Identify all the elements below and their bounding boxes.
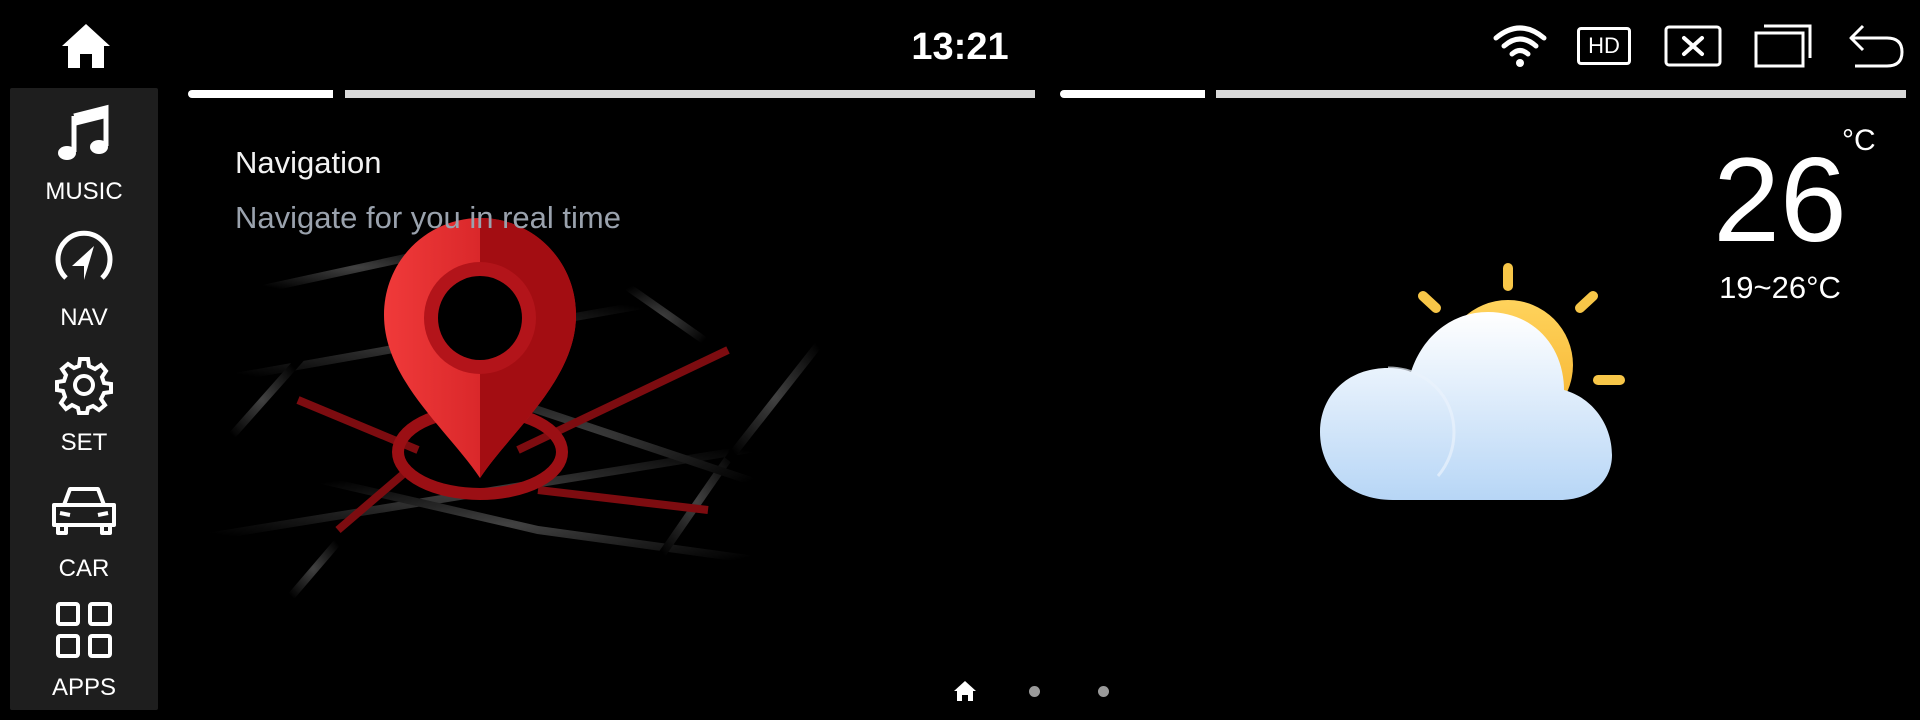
- sidebar-item-label: CAR: [58, 555, 110, 582]
- sidebar-item-label: APPS: [51, 674, 117, 701]
- sidebar-item-label: NAV: [60, 304, 108, 331]
- sidebar-item-label: MUSIC: [45, 178, 123, 205]
- hd-button[interactable]: HD: [1575, 18, 1633, 74]
- sidebar-item-apps[interactable]: APPS: [10, 592, 158, 712]
- home-icon: [62, 24, 110, 68]
- home-icon[interactable]: [953, 680, 977, 702]
- temperature-unit: °C: [1842, 124, 1876, 157]
- apps-grid-icon: [56, 602, 112, 658]
- navigation-icon: [55, 230, 113, 280]
- sidebar-item-car[interactable]: CAR: [10, 473, 158, 593]
- navigation-subtitle: Navigate for you in real time: [235, 200, 621, 235]
- home-button[interactable]: [58, 18, 114, 74]
- page-dot[interactable]: [1098, 686, 1109, 697]
- navigation-card[interactable]: [187, 110, 1038, 670]
- page-dot[interactable]: [1029, 686, 1040, 697]
- sidebar-item-nav[interactable]: NAV: [10, 222, 158, 342]
- back-button[interactable]: [1846, 18, 1906, 74]
- gear-icon: [55, 357, 113, 415]
- sidebar-item-set[interactable]: SET: [10, 347, 158, 467]
- sidebar-item-music[interactable]: MUSIC: [10, 96, 158, 216]
- map-illustration: [187, 218, 869, 650]
- multi-window-button[interactable]: [1754, 18, 1812, 74]
- status-bar: 13:21 HD: [0, 0, 1920, 90]
- sidebar-item-label: SET: [60, 429, 108, 456]
- close-window-icon: [1664, 25, 1722, 67]
- current-temperature: 26: [1713, 133, 1847, 267]
- weather-card-indicator-track: [1216, 90, 1906, 98]
- close-window-button[interactable]: [1664, 18, 1722, 74]
- multi-window-icon: [1754, 24, 1812, 68]
- navigation-title: Navigation: [235, 145, 382, 180]
- clock: 13:21: [911, 26, 1009, 68]
- car-icon: [52, 487, 116, 535]
- partly-cloudy-icon: [1320, 263, 1625, 500]
- back-icon: [1849, 24, 1904, 68]
- nav-card-indicator-active: [188, 90, 333, 98]
- wifi-icon: [1493, 25, 1547, 67]
- page-indicator: [940, 676, 1120, 704]
- weather-card-indicator-active: [1060, 90, 1205, 98]
- hd-label: HD: [1588, 33, 1620, 58]
- sidebar: MUSIC NAV SET CAR APPS: [10, 88, 158, 710]
- hd-icon: HD: [1577, 27, 1631, 65]
- music-note-icon: [58, 104, 109, 160]
- temperature-range: 19~26°C: [1719, 270, 1841, 305]
- nav-card-indicator-track: [345, 90, 1035, 98]
- wifi-status[interactable]: [1492, 18, 1548, 74]
